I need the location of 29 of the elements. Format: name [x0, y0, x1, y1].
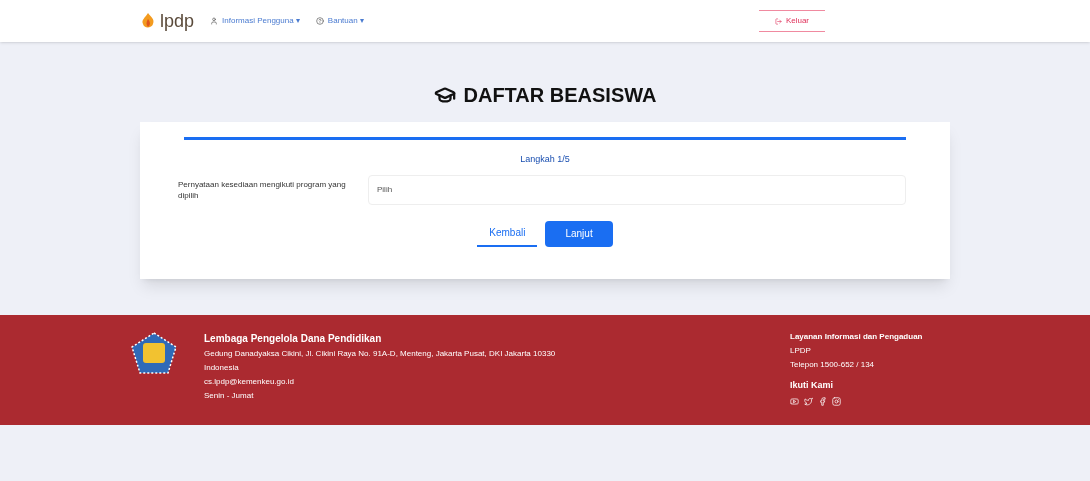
nav-link[interactable]: Informasi Pengguna ▾ [210, 15, 300, 27]
footer-text: Senin - Jumat [204, 390, 255, 402]
footer-text: cs.lpdp@kemenkeu.go.id [204, 376, 295, 388]
next-button[interactable]: Lanjut [545, 220, 613, 247]
question-label: Pernyataan kesediaan mengikuti program yang dipilih [178, 178, 347, 201]
footer-text: Indonesia [204, 362, 240, 374]
flame-logo-icon [140, 12, 156, 30]
help-icon [315, 17, 324, 25]
graduation-cap-icon [433, 84, 456, 106]
contact-title: Layanan Informasi dan Pengaduan [790, 331, 924, 343]
contact-text: Telepon 1500-652 / 134 [790, 359, 876, 371]
nav-link[interactable]: Bantuan ▾ [315, 15, 364, 27]
address: Gedung Danadyaksa Cikini, Jl. Cikini Raya No. 91A-D, Menteng, Jakarta Pusat, DKI Jakarta 10330 [204, 348, 557, 360]
logo-text: lpdp [160, 12, 195, 30]
instagram-icon[interactable] [832, 396, 841, 406]
contact-text: LPDP [790, 345, 812, 357]
emblem-icon [130, 331, 178, 375]
user-icon [210, 17, 219, 25]
logout-button[interactable]: Keluar [758, 10, 825, 32]
facebook-icon[interactable] [818, 396, 827, 406]
youtube-icon[interactable] [790, 396, 799, 406]
follow-title: Ikuti Kami [790, 379, 834, 392]
select-field[interactable]: Pilih [368, 174, 906, 205]
page-title: DAFTAR BEASISWA [463, 83, 657, 108]
twitter-icon[interactable] [804, 396, 813, 406]
step-label: Langkah 1/5 [519, 153, 571, 166]
logout-icon [774, 17, 782, 25]
back-button[interactable]: Kembali [477, 220, 538, 247]
org-name: Lembaga Pengelola Dana Pendidikan [204, 332, 383, 346]
